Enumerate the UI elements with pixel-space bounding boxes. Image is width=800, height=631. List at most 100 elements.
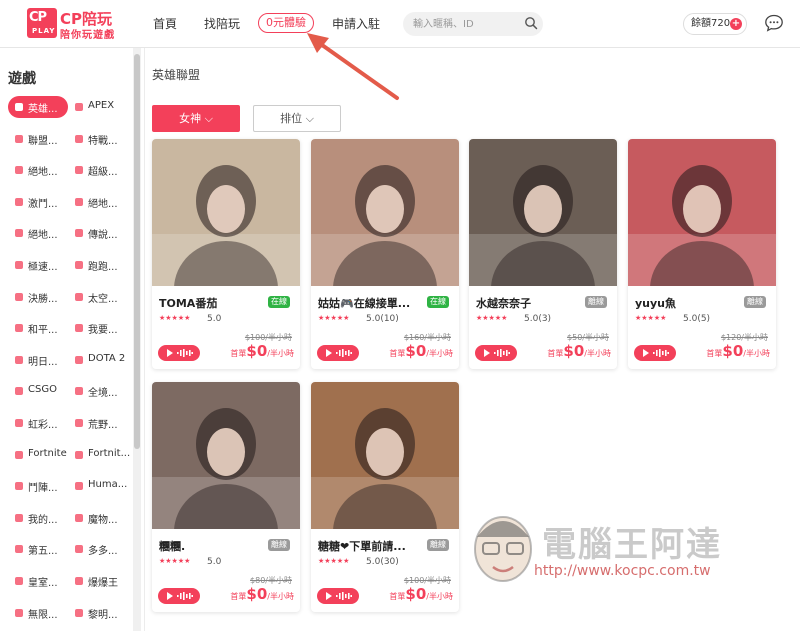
sidebar-game-item[interactable]: 和平... [8,317,68,339]
page-title: 英雄聯盟 [152,68,201,82]
sidebar-game-item[interactable]: 傳說... [68,222,128,244]
sidebar-game-item[interactable]: 第五... [8,538,68,560]
companion-photo[interactable] [311,139,459,286]
rating-stars-icon: ★★★★★ [635,314,667,322]
sidebar-game-item[interactable]: 明日... [8,349,68,371]
sidebar-game-item[interactable]: 多多... [68,538,128,560]
voice-play-button[interactable] [158,588,200,604]
companion-card[interactable]: 糖糖❤下單前請... 離線 ★★★★★ 5.0(30) $100/半小時 首單$0/半小時 [311,382,459,612]
sidebar-game-item[interactable]: 鬥陣... [8,475,68,497]
rank-filter-dropdown[interactable]: 排位 ⌵ [253,105,341,132]
sidebar-game-item[interactable]: 聯盟... [8,128,68,150]
sound-wave-icon [177,349,193,357]
sidebar-game-item[interactable]: 跑跑... [68,254,128,276]
balance-button[interactable]: 餘額720 + [683,13,747,35]
sidebar-game-item[interactable]: 荒野... [68,412,128,434]
voice-play-button[interactable] [475,345,517,361]
companion-photo[interactable] [152,139,300,286]
logo-badge: CP PLAY [27,8,57,38]
companion-card[interactable]: yuyu魚 離線 ★★★★★ 5.0(5) $120/半小時 首單$0/半小時 [628,139,776,369]
voice-play-button[interactable] [158,345,200,361]
sidebar-game-item[interactable]: 極速... [8,254,68,276]
sidebar-game-item[interactable]: 絕地... [8,159,68,181]
sidebar-game-item[interactable]: DOTA 2 [68,349,128,371]
sidebar-game-item[interactable]: 全境... [68,380,128,402]
status-badge: 在線 [268,296,290,308]
sidebar-game-item[interactable]: 太空... [68,286,128,308]
search-input[interactable] [403,12,543,36]
sidebar-game-item[interactable]: 魔物... [68,507,128,529]
sidebar-game-item[interactable]: 特戰... [68,128,128,150]
companion-card[interactable]: 姑姑🎮在線接單... 在線 ★★★★★ 5.0(10) $160/半小時 首單$0/半小時 [311,139,459,369]
logo-play-text: PLAY [32,27,56,35]
sidebar-game-item[interactable]: 英雄... [8,96,68,118]
rating-stars-icon: ★★★★★ [318,557,350,565]
sidebar-scrollbar-thumb[interactable] [134,54,140,449]
game-label: 虹彩... [28,420,58,431]
site-watermark: 電腦王阿達 http://www.kocpc.com.tw [462,503,762,593]
voice-play-button[interactable] [634,345,676,361]
game-label: CSGO [28,384,57,396]
sidebar-game-item[interactable]: Fortnit... [68,444,131,466]
sidebar-game-item[interactable]: 決勝... [8,286,68,308]
companion-photo[interactable] [469,139,617,286]
game-icon [75,482,83,491]
sidebar-game-item[interactable]: Fortnite [8,444,68,466]
game-label: 跑跑... [88,262,118,273]
voice-play-button[interactable] [317,345,359,361]
game-icon [15,261,23,269]
voice-play-button[interactable] [317,588,359,604]
game-icon [75,608,83,617]
sidebar-game-item[interactable]: CSGO [8,380,68,402]
companion-photo[interactable] [311,382,459,529]
sidebar-game-item[interactable]: 爆爆王 [68,570,128,592]
game-label: 多多... [88,546,118,558]
game-icon [75,355,83,364]
nav-find-companion[interactable]: 找陪玩 [204,15,240,32]
game-label: 絕地... [88,198,118,210]
sidebar-game-item[interactable]: 我要... [68,317,128,339]
sidebar-game-item[interactable]: 無限... [8,602,68,624]
game-icon [15,577,23,585]
companion-name: 糖糖❤下單前請... [318,540,406,553]
chat-icon[interactable] [764,13,784,33]
sidebar-game-item[interactable]: 皇室... [8,570,68,592]
sidebar-game-item[interactable]: Huma... [68,475,128,497]
play-icon [643,349,649,357]
game-icon [75,387,83,396]
nav-home[interactable]: 首頁 [153,15,177,32]
price-value: $0 [563,342,585,360]
gender-filter-dropdown[interactable]: 女神 ⌵ [152,105,240,132]
companion-card[interactable]: TOMA番茄 在線 ★★★★★ 5.0 $100/半小時 首單$0/半小時 [152,139,300,369]
sidebar-game-item[interactable]: 激鬥... [8,191,68,213]
rating-stars-icon: ★★★★★ [476,314,508,322]
rating-value: 5.0(5) [683,314,711,324]
sidebar-game-item[interactable]: 黎明... [68,602,128,624]
game-label: 黎明... [88,609,118,621]
game-label: Fortnit... [88,447,131,459]
game-icon [15,387,23,396]
companion-card[interactable]: 水越奈奈子 離線 ★★★★★ 5.0(3) $50/半小時 首單$0/半小時 [469,139,617,369]
sidebar-game-item[interactable]: APEX [68,96,128,118]
status-badge: 在線 [427,296,449,308]
sidebar-game-item[interactable]: 我的... [8,507,68,529]
price-value: $0 [405,585,427,603]
sidebar-game-item[interactable]: 虹彩... [8,412,68,434]
rating-value: 5.0 [207,314,222,324]
companion-card[interactable]: 糰糰. 離線 ★★★★★ 5.0 $80/半小時 首單$0/半小時 [152,382,300,612]
search-icon[interactable] [524,16,538,30]
cp-play-logo[interactable]: CP PLAY CP陪玩 陪你玩遊戲 [27,8,122,41]
sidebar-game-item[interactable]: 絕地... [68,191,128,213]
price-unit: /半小時 [426,592,453,601]
sidebar-game-item[interactable]: 超級... [68,159,128,181]
companion-photo[interactable] [628,139,776,286]
game-label: 決勝... [28,293,58,305]
game-icon [75,229,83,238]
game-icon [15,324,23,333]
game-label: 和平... [28,325,58,337]
rating-stars-icon: ★★★★★ [159,314,191,322]
companion-photo[interactable] [152,382,300,529]
game-icon [15,545,23,554]
sidebar-game-item[interactable]: 絕地... [8,222,68,244]
game-icon [15,166,23,175]
